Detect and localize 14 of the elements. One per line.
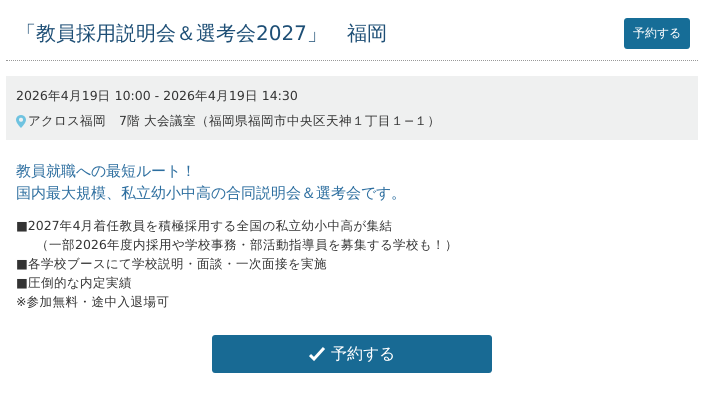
point-item: ※参加無料・途中入退場可 xyxy=(16,293,170,311)
point-item: ■2027年4月着任教員を積極採用する全国の私立幼小中高が集結 xyxy=(16,217,394,235)
event-datetime: 2026年4月19日 10:00 - 2026年4月19日 14:30 xyxy=(16,88,299,105)
point-item: ■圧倒的な内定実績 xyxy=(16,274,133,292)
event-venue: アクロス福岡 7階 大会議室（福岡県福岡市中央区天神１丁目１−１） xyxy=(28,113,440,130)
lead-text: 国内最大規模、私立幼小中高の合同説明会＆選考会です。 xyxy=(16,183,407,204)
point-item: ■各学校ブースにて学校説明・面談・一次面接を実施 xyxy=(16,255,328,273)
lead-text: 教員就職への最短ルート！ xyxy=(16,161,197,182)
point-note: （一部2026年度内採用や学校事務・部活動指導員を募集する学校も！） xyxy=(35,236,459,254)
location-pin-icon xyxy=(16,115,26,128)
checkmark-icon xyxy=(309,346,325,362)
page-title: 「教員採用説明会＆選考会2027」 福岡 xyxy=(16,20,387,46)
reserve-button[interactable]: 予約する xyxy=(624,18,690,48)
reserve-main-button[interactable]: 予約する xyxy=(212,335,492,373)
